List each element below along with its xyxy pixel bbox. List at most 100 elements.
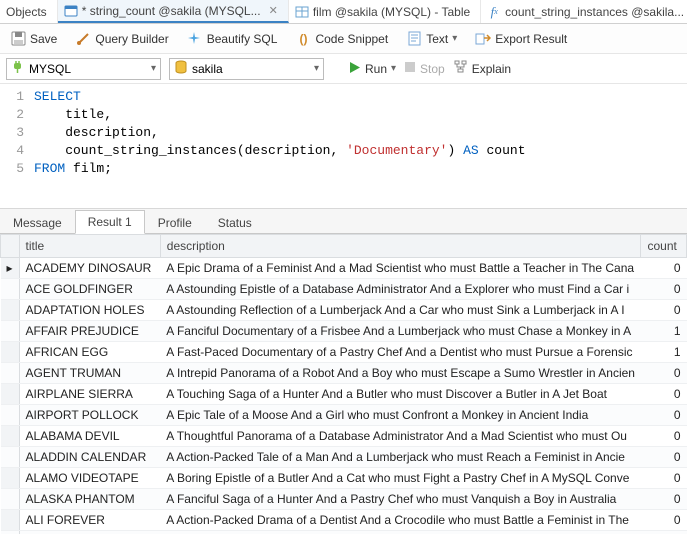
table-row[interactable]: ALADDIN CALENDARA Action-Packed Tale of … <box>1 447 687 468</box>
table-row[interactable]: ACE GOLDFINGERA Astounding Epistle of a … <box>1 279 687 300</box>
row-handle[interactable] <box>1 342 20 363</box>
cell-count[interactable]: 0 <box>641 447 687 468</box>
table-row[interactable]: ▸ACADEMY DINOSAURA Epic Drama of a Femin… <box>1 258 687 279</box>
code-area[interactable]: SELECT title, description, count_string_… <box>34 88 687 208</box>
table-row[interactable]: ALASKA PHANTOMA Fanciful Saga of a Hunte… <box>1 489 687 510</box>
cell-description[interactable]: A Astounding Reflection of a Lumberjack … <box>160 300 641 321</box>
tab-result1[interactable]: Result 1 <box>75 210 145 234</box>
row-handle[interactable] <box>1 279 20 300</box>
table-row[interactable]: ALI FOREVERA Action-Packed Drama of a De… <box>1 510 687 531</box>
cell-description[interactable]: A Epic Tale of a Moose And a Girl who mu… <box>160 405 641 426</box>
row-handle[interactable] <box>1 321 20 342</box>
column-header-count[interactable]: count <box>641 235 687 258</box>
cell-count[interactable]: 0 <box>641 384 687 405</box>
table-row[interactable]: ADAPTATION HOLESA Astounding Reflection … <box>1 300 687 321</box>
row-handle[interactable] <box>1 300 20 321</box>
cell-count[interactable]: 0 <box>641 258 687 279</box>
code-line: description, <box>34 124 687 142</box>
database-combo[interactable]: sakila ▾ <box>169 58 324 80</box>
cell-description[interactable]: A Action-Packed Drama of a Dentist And a… <box>160 510 641 531</box>
cell-title[interactable]: AFRICAN EGG <box>19 342 160 363</box>
tab-function[interactable]: fx count_string_instances @sakila... <box>481 0 687 23</box>
cell-title[interactable]: ALASKA PHANTOM <box>19 489 160 510</box>
result-tabbar: Message Result 1 Profile Status <box>0 208 687 234</box>
row-handle[interactable] <box>1 447 20 468</box>
table-row[interactable]: AFRICAN EGGA Fast-Paced Documentary of a… <box>1 342 687 363</box>
cell-description[interactable]: A Fanciful Saga of a Hunter And a Pastry… <box>160 489 641 510</box>
cell-description[interactable]: A Boring Epistle of a Butler And a Cat w… <box>160 468 641 489</box>
table-row[interactable]: AFFAIR PREJUDICEA Fanciful Documentary o… <box>1 321 687 342</box>
row-handle[interactable] <box>1 489 20 510</box>
cell-title[interactable]: AIRPLANE SIERRA <box>19 384 160 405</box>
table-row[interactable]: ALICE FANTASIAA Emotional Drama of a A S… <box>1 531 687 535</box>
export-button[interactable]: Export Result <box>471 29 571 49</box>
cell-count[interactable]: 0 <box>641 279 687 300</box>
tab-message[interactable]: Message <box>0 211 75 234</box>
cell-count[interactable]: 0 <box>641 468 687 489</box>
cell-count[interactable]: 1 <box>641 321 687 342</box>
save-label: Save <box>30 32 57 46</box>
column-header-title[interactable]: title <box>19 235 160 258</box>
cell-title[interactable]: ACE GOLDFINGER <box>19 279 160 300</box>
cell-description[interactable]: A Astounding Epistle of a Database Admin… <box>160 279 641 300</box>
cell-title[interactable]: ALAMO VIDEOTAPE <box>19 468 160 489</box>
line-number: 3 <box>0 124 24 142</box>
cell-description[interactable]: A Epic Drama of a Feminist And a Mad Sci… <box>160 258 641 279</box>
table-row[interactable]: AIRPORT POLLOCKA Epic Tale of a Moose An… <box>1 405 687 426</box>
cell-title[interactable]: ALI FOREVER <box>19 510 160 531</box>
cell-description[interactable]: A Emotional Drama of a A Shark And a Dat… <box>160 531 641 535</box>
cell-description[interactable]: A Action-Packed Tale of a Man And a Lumb… <box>160 447 641 468</box>
tab-string-count-query[interactable]: * string_count @sakila (MYSQL... ✕ <box>58 0 289 23</box>
row-handle[interactable] <box>1 405 20 426</box>
cell-title[interactable]: AGENT TRUMAN <box>19 363 160 384</box>
tab-profile[interactable]: Profile <box>145 211 205 234</box>
save-button[interactable]: Save <box>6 29 61 49</box>
cell-title[interactable]: ADAPTATION HOLES <box>19 300 160 321</box>
connection-combo[interactable]: MYSQL ▾ <box>6 58 161 80</box>
explain-button[interactable]: Explain <box>453 60 511 77</box>
cell-title[interactable]: ALADDIN CALENDAR <box>19 447 160 468</box>
table-row[interactable]: ALABAMA DEVILA Thoughtful Panorama of a … <box>1 426 687 447</box>
run-button[interactable]: Run ▾ <box>348 61 396 77</box>
cell-count[interactable]: 0 <box>641 426 687 447</box>
row-handle[interactable] <box>1 384 20 405</box>
row-handle[interactable]: ▸ <box>1 258 20 279</box>
cell-title[interactable]: ALABAMA DEVIL <box>19 426 160 447</box>
cell-description[interactable]: A Fanciful Documentary of a Frisbee And … <box>160 321 641 342</box>
cell-count[interactable]: 0 <box>641 531 687 535</box>
tab-status[interactable]: Status <box>205 211 265 234</box>
database-icon <box>174 60 188 77</box>
cell-title[interactable]: AFFAIR PREJUDICE <box>19 321 160 342</box>
cell-count[interactable]: 1 <box>641 342 687 363</box>
table-row[interactable]: AIRPLANE SIERRAA Touching Saga of a Hunt… <box>1 384 687 405</box>
row-handle[interactable] <box>1 510 20 531</box>
cell-title[interactable]: ACADEMY DINOSAUR <box>19 258 160 279</box>
code-snippet-button[interactable]: () Code Snippet <box>291 29 392 49</box>
row-handle[interactable] <box>1 363 20 384</box>
table-row[interactable]: ALAMO VIDEOTAPEA Boring Epistle of a But… <box>1 468 687 489</box>
query-builder-button[interactable]: Query Builder <box>71 29 172 49</box>
text-button[interactable]: Text ▾ <box>402 29 461 49</box>
cell-title[interactable]: ALICE FANTASIA <box>19 531 160 535</box>
row-handle[interactable] <box>1 468 20 489</box>
cell-count[interactable]: 0 <box>641 363 687 384</box>
cell-description[interactable]: A Touching Saga of a Hunter And a Butler… <box>160 384 641 405</box>
result-grid[interactable]: title description count ▸ACADEMY DINOSAU… <box>0 234 687 534</box>
cell-count[interactable]: 0 <box>641 405 687 426</box>
sql-editor[interactable]: 1 2 3 4 5 SELECT title, description, cou… <box>0 84 687 208</box>
table-row[interactable]: AGENT TRUMANA Intrepid Panorama of a Rob… <box>1 363 687 384</box>
tab-objects[interactable]: Objects <box>0 0 58 23</box>
cell-count[interactable]: 0 <box>641 489 687 510</box>
cell-description[interactable]: A Intrepid Panorama of a Robot And a Boy… <box>160 363 641 384</box>
column-header-description[interactable]: description <box>160 235 641 258</box>
cell-count[interactable]: 0 <box>641 300 687 321</box>
close-icon[interactable]: ✕ <box>269 4 278 17</box>
cell-description[interactable]: A Fast-Paced Documentary of a Pastry Che… <box>160 342 641 363</box>
tab-film-table[interactable]: film @sakila (MYSQL) - Table <box>289 0 481 23</box>
cell-description[interactable]: A Thoughtful Panorama of a Database Admi… <box>160 426 641 447</box>
cell-title[interactable]: AIRPORT POLLOCK <box>19 405 160 426</box>
row-handle[interactable] <box>1 426 20 447</box>
beautify-button[interactable]: Beautify SQL <box>183 29 282 49</box>
row-handle[interactable] <box>1 531 20 535</box>
cell-count[interactable]: 0 <box>641 510 687 531</box>
